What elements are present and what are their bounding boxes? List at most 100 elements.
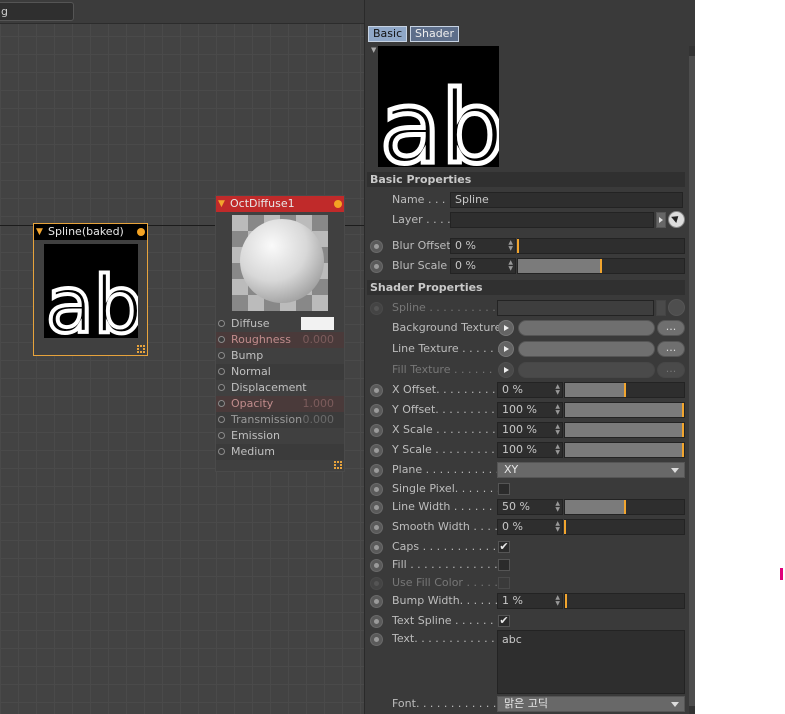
x-offset-slider[interactable] — [564, 382, 685, 398]
blur-scale-input[interactable]: 0 % ▲ ▼ — [450, 258, 516, 274]
line-texture-more-button[interactable]: ... — [657, 341, 685, 357]
y-offset-slider[interactable] — [564, 402, 685, 418]
animate-radio-icon[interactable] — [370, 464, 383, 477]
background-texture-more-button[interactable]: ... — [657, 320, 685, 336]
graph-toolbar: g — [0, 0, 364, 24]
animate-radio-icon[interactable] — [370, 483, 383, 496]
y-scale-slider[interactable] — [564, 442, 685, 458]
resize-handle-icon[interactable] — [334, 461, 342, 469]
animate-radio-icon[interactable] — [370, 559, 383, 572]
tab-shader[interactable]: Shader — [410, 26, 459, 42]
thumbnail-text: ab — [46, 261, 138, 338]
plane-label: Plane . . . . . . . . . . . . — [392, 463, 507, 476]
port-bump[interactable]: Bump — [216, 348, 344, 364]
collapse-triangle-icon[interactable]: ▼ — [371, 46, 376, 54]
name-field[interactable]: Spline — [450, 192, 683, 208]
line-width-input[interactable]: 50 % ▲ ▼ — [497, 499, 563, 515]
smooth-width-input[interactable]: 0 % ▲ ▼ — [497, 519, 563, 535]
x-scale-slider[interactable] — [564, 422, 685, 438]
blur-offset-input[interactable]: 0 % ▲ ▼ — [450, 238, 516, 254]
animate-radio-icon[interactable] — [370, 541, 383, 554]
port-diffuse[interactable]: Diffuse — [216, 316, 344, 332]
node-title-bar[interactable]: ▼ Spline(baked) — [34, 224, 147, 240]
font-dropdown[interactable]: 맑은 고딕 — [497, 696, 685, 712]
animate-radio-icon[interactable] — [370, 404, 383, 417]
text-spline-label: Text Spline . . . . . . . — [392, 614, 501, 627]
animate-radio-icon[interactable] — [370, 595, 383, 608]
output-port-icon[interactable] — [137, 228, 145, 236]
input-pin-icon[interactable] — [218, 384, 225, 391]
y-offset-input[interactable]: 100 % ▲ ▼ — [497, 402, 563, 418]
bump-width-input[interactable]: 1 % ▲ ▼ — [497, 593, 563, 609]
input-pin-icon[interactable] — [218, 400, 225, 407]
use-fill-color-row: Use Fill Color . . . . . — [365, 574, 695, 592]
node-title: Spline(baked) — [48, 225, 124, 238]
animate-radio-icon[interactable] — [370, 444, 383, 457]
text-spline-checkbox[interactable]: ✔ — [498, 615, 510, 627]
y-offset-label: Y Offset. . . . . . . . . . — [392, 403, 502, 416]
input-pin-icon[interactable] — [218, 320, 225, 327]
output-port-icon[interactable] — [334, 200, 342, 208]
layer-field[interactable] — [450, 212, 654, 228]
blur-scale-slider[interactable] — [517, 258, 685, 274]
background-texture-slot[interactable] — [518, 320, 655, 336]
x-offset-input[interactable]: 0 % ▲ ▼ — [497, 382, 563, 398]
input-ports-list: Diffuse Roughness 0.000 Bump Normal Displ… — [216, 316, 344, 460]
animate-radio-icon[interactable] — [370, 633, 383, 646]
animate-radio-icon[interactable] — [370, 424, 383, 437]
text-textarea[interactable]: abc — [497, 630, 685, 694]
animate-radio-icon[interactable] — [370, 260, 383, 273]
use-fill-color-checkbox — [498, 577, 510, 589]
input-pin-icon[interactable] — [218, 368, 225, 375]
collapse-triangle-icon[interactable]: ▼ — [36, 224, 43, 240]
pick-cursor-icon[interactable] — [668, 211, 685, 228]
layer-arrow-button[interactable] — [656, 212, 666, 228]
animate-radio-icon[interactable] — [370, 501, 383, 514]
spline-baked-node[interactable]: ▼ Spline(baked) ab — [33, 223, 148, 356]
color-swatch[interactable] — [301, 317, 334, 330]
port-displacement[interactable]: Displacement — [216, 380, 344, 396]
y-scale-input[interactable]: 100 % ▲ ▼ — [497, 442, 563, 458]
port-normal[interactable]: Normal — [216, 364, 344, 380]
input-pin-icon[interactable] — [218, 448, 225, 455]
node-title-bar[interactable]: ▼ OctDiffuse1 — [216, 196, 344, 212]
input-pin-icon[interactable] — [218, 352, 225, 359]
octdiffuse-node[interactable]: ▼ OctDiffuse1 Diffuse Roughness 0.000 Bum… — [215, 195, 345, 472]
tab-basic[interactable]: Basic — [368, 26, 408, 42]
texture-link-button[interactable] — [498, 341, 514, 357]
port-opacity[interactable]: Opacity 1.000 — [216, 396, 344, 412]
spline-arrow-button — [656, 300, 666, 316]
animate-radio-icon[interactable] — [370, 240, 383, 253]
node-graph-canvas[interactable]: g ▼ Spline(baked) ab ▼ OctDiffuse1 Diffu… — [0, 0, 364, 714]
port-label: Normal — [231, 365, 271, 378]
port-emission[interactable]: Emission — [216, 428, 344, 444]
text-label: Text. . . . . . . . . . . . . . — [392, 632, 509, 645]
texture-link-button[interactable] — [498, 320, 514, 336]
port-transmission[interactable]: Transmission 0.000 — [216, 412, 344, 428]
animate-radio-icon[interactable] — [370, 521, 383, 534]
line-width-slider[interactable] — [564, 499, 685, 515]
fill-checkbox[interactable] — [498, 559, 510, 571]
port-roughness[interactable]: Roughness 0.000 — [216, 332, 344, 348]
port-value: 1.000 — [302, 397, 335, 410]
x-scale-input[interactable]: 100 % ▲ ▼ — [497, 422, 563, 438]
line-texture-row: Line Texture . . . . . . ... — [365, 340, 695, 358]
search-input[interactable]: g — [0, 2, 74, 21]
blur-offset-slider[interactable] — [517, 238, 685, 254]
single-pixel-checkbox[interactable] — [498, 483, 510, 495]
single-pixel-label: Single Pixel. . . . . . . . — [392, 482, 508, 495]
animate-radio-icon[interactable] — [370, 615, 383, 628]
animate-radio-icon[interactable] — [370, 384, 383, 397]
line-texture-slot[interactable] — [518, 341, 655, 357]
bump-width-row: Bump Width. . . . . . . 1 % ▲ ▼ — [365, 592, 695, 610]
collapse-triangle-icon[interactable]: ▼ — [218, 196, 225, 212]
resize-handle-icon[interactable] — [137, 345, 145, 353]
bump-width-slider[interactable] — [564, 593, 685, 609]
port-medium[interactable]: Medium — [216, 444, 344, 460]
input-pin-icon[interactable] — [218, 336, 225, 343]
plane-dropdown[interactable]: XY — [497, 462, 685, 478]
input-pin-icon[interactable] — [218, 416, 225, 423]
input-pin-icon[interactable] — [218, 432, 225, 439]
smooth-width-slider[interactable] — [564, 519, 685, 535]
caps-checkbox[interactable]: ✔ — [498, 541, 510, 553]
